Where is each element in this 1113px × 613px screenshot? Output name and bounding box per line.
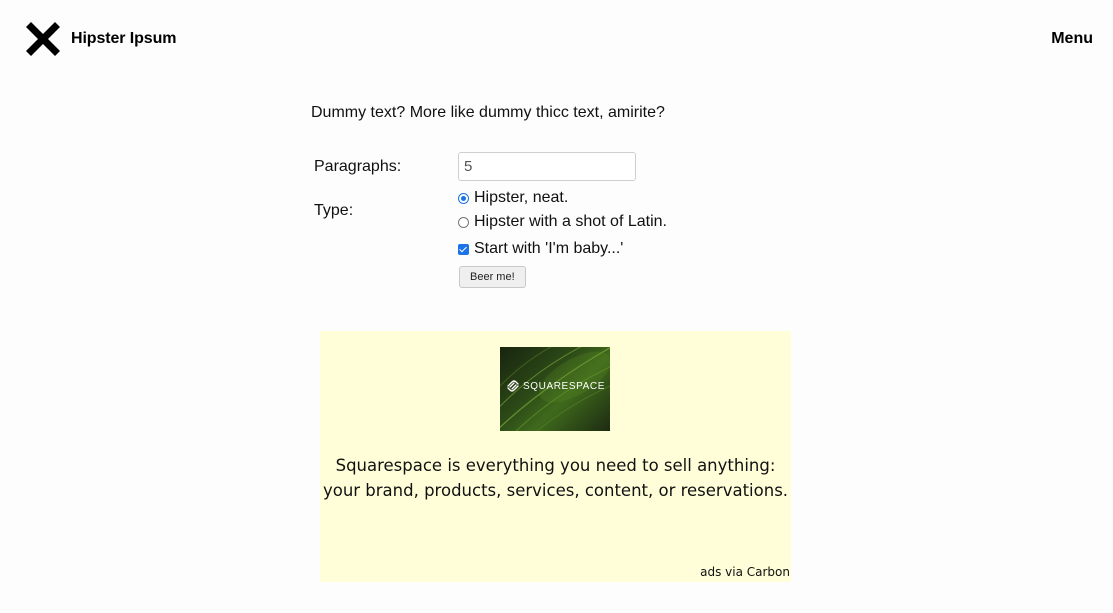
- brand-link[interactable]: Hipster Ipsum: [24, 20, 176, 58]
- radio-hipster-latin[interactable]: [458, 216, 469, 228]
- radio-hipster-neat[interactable]: [458, 192, 469, 204]
- type-option-hipster-label: Hipster, neat.: [474, 189, 569, 206]
- beer-me-button[interactable]: Beer me!: [459, 266, 526, 288]
- tagline: Dummy text? More like dummy thicc text, …: [311, 104, 665, 121]
- paragraphs-label: Paragraphs:: [314, 158, 402, 175]
- type-option-latin[interactable]: Hipster with a shot of Latin.: [458, 213, 667, 231]
- type-option-hipster[interactable]: Hipster, neat.: [458, 189, 568, 207]
- ad-text[interactable]: Squarespace is everything you need to se…: [320, 453, 791, 503]
- ad-credit-link[interactable]: ads via Carbon: [700, 565, 790, 579]
- ad-image[interactable]: SQUARESPACE: [500, 347, 610, 431]
- ad-image-brand: SQUARESPACE: [523, 380, 605, 392]
- type-option-latin-label: Hipster with a shot of Latin.: [474, 213, 667, 230]
- paragraphs-input[interactable]: [458, 152, 636, 181]
- type-label: Type:: [314, 202, 354, 219]
- start-with-option[interactable]: Start with 'I'm baby...': [458, 240, 623, 258]
- carbon-ad: SQUARESPACE Squarespace is everything yo…: [320, 331, 791, 582]
- page: Hipster Ipsum Menu Dummy text? More like…: [0, 0, 1113, 613]
- start-with-checkbox[interactable]: [458, 243, 469, 255]
- x-logo-icon: [26, 22, 60, 56]
- start-with-label: Start with 'I'm baby...': [474, 240, 624, 257]
- menu-button[interactable]: Menu: [1051, 30, 1093, 48]
- squarespace-mark-icon: [507, 380, 519, 392]
- squarespace-logo: SQUARESPACE: [506, 380, 605, 392]
- brand-name: Hipster Ipsum: [71, 30, 177, 47]
